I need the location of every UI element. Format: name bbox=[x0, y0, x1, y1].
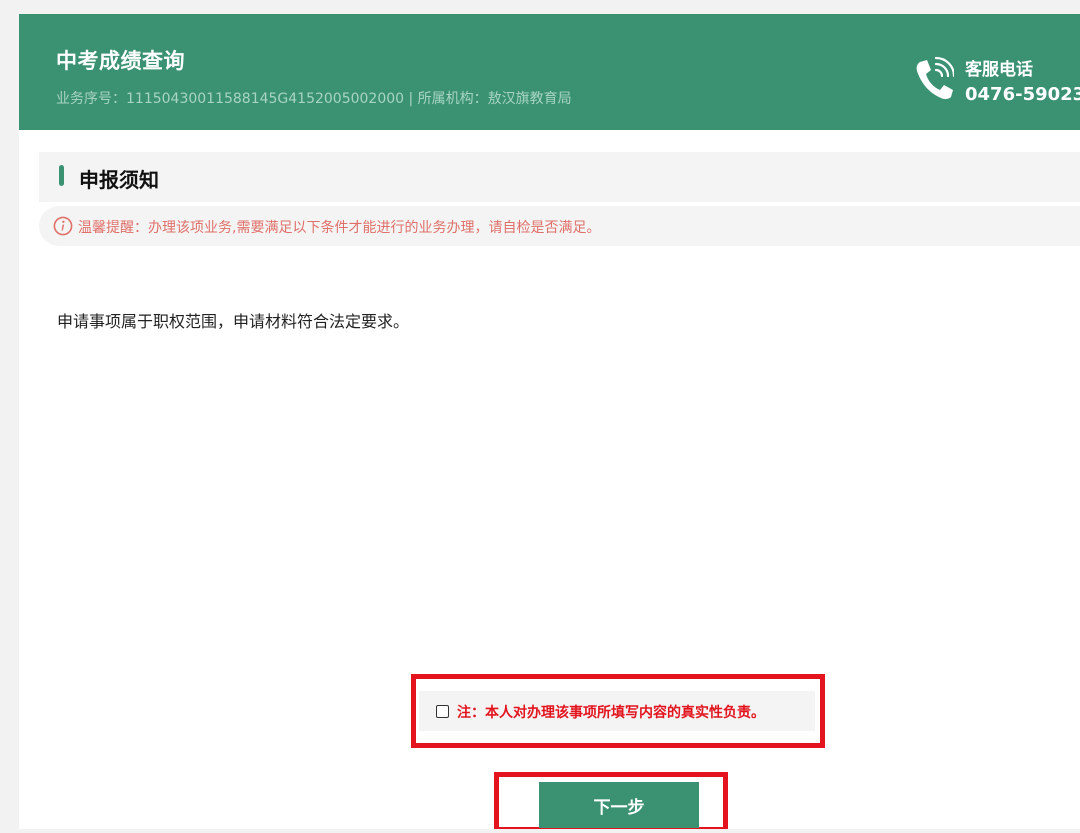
hotline-label: 客服电话 bbox=[965, 60, 1033, 80]
business-meta: 业务序号：11150430011588145G4152005002000 | 所… bbox=[56, 91, 572, 107]
pledge-checkbox[interactable] bbox=[436, 705, 449, 718]
info-circle-icon bbox=[53, 216, 73, 236]
notice-text: 温馨提醒：办理该项业务,需要满足以下条件才能进行的业务办理，请自检是否满足。 bbox=[78, 220, 601, 236]
notice-banner: 温馨提醒：办理该项业务,需要满足以下条件才能进行的业务办理，请自检是否满足。 bbox=[39, 206, 1080, 246]
phone-ringing-icon bbox=[916, 56, 954, 100]
pledge-box[interactable]: 注：本人对办理该事项所填写内容的真实性负责。 bbox=[419, 691, 815, 731]
page: 中考成绩查询 业务序号：11150430011588145G4152005002… bbox=[19, 14, 1080, 829]
page-title: 中考成绩查询 bbox=[56, 49, 185, 73]
hotline-number: 0476-5902359 bbox=[965, 84, 1080, 105]
section-accent-bar bbox=[59, 165, 64, 186]
section-header: 申报须知 bbox=[39, 152, 1080, 202]
section-title: 申报须知 bbox=[79, 168, 159, 192]
page-header: 中考成绩查询 业务序号：11150430011588145G4152005002… bbox=[19, 14, 1080, 130]
requirement-text: 申请事项属于职权范围，申请材料符合法定要求。 bbox=[57, 312, 410, 331]
next-step-button[interactable]: 下一步 bbox=[539, 782, 699, 828]
pledge-text[interactable]: 注：本人对办理该事项所填写内容的真实性负责。 bbox=[457, 702, 765, 722]
